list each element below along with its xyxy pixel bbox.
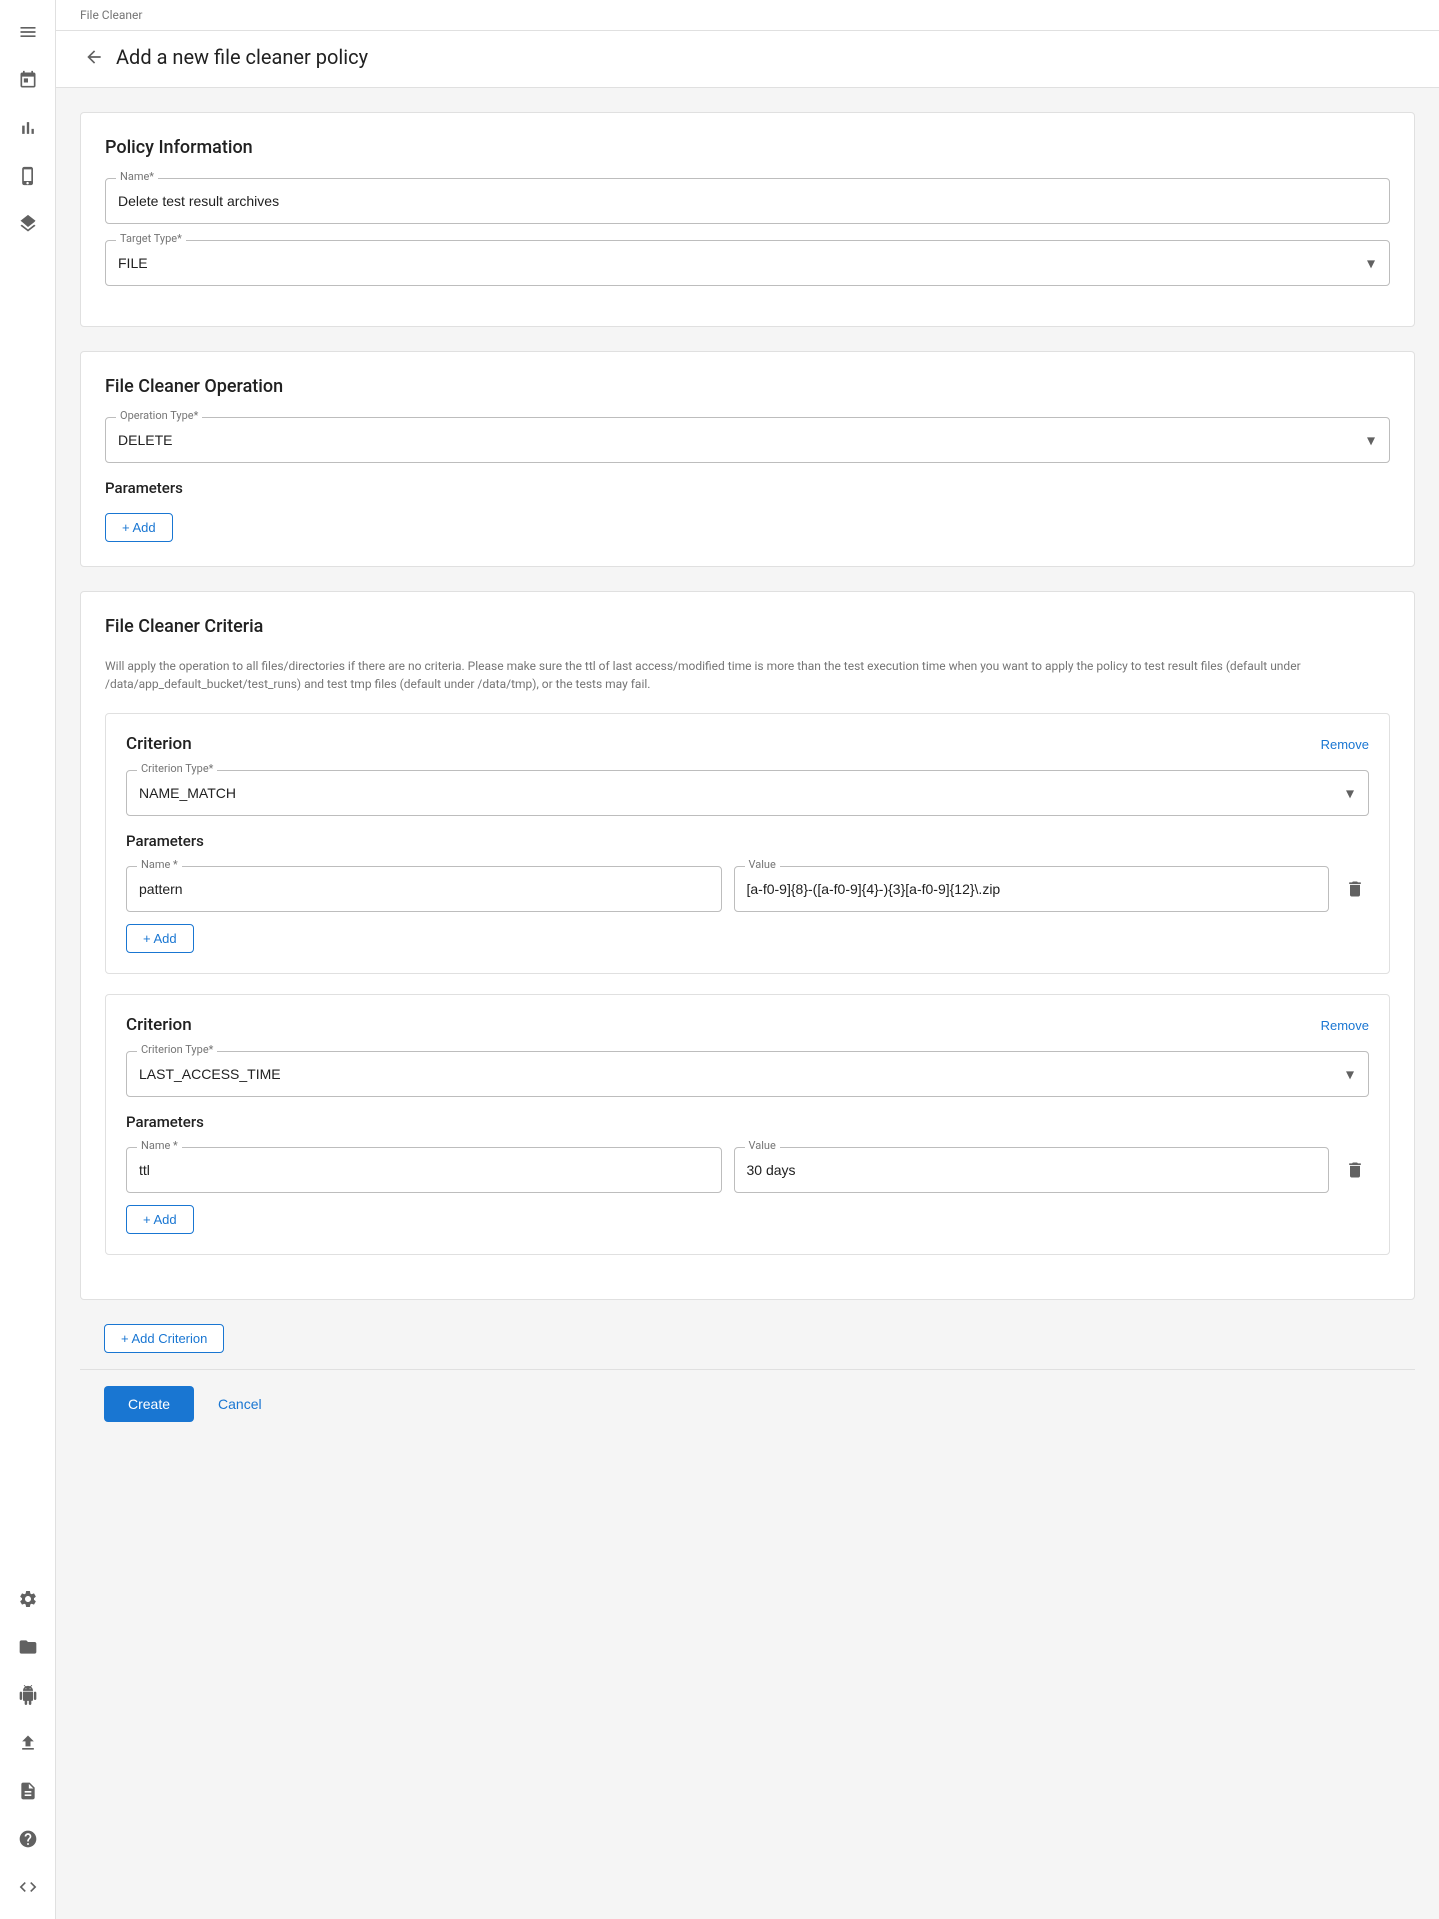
criterion-2-param-name-field: Name * bbox=[126, 1147, 722, 1193]
add-criterion-area: + Add Criterion bbox=[80, 1324, 1415, 1369]
sidebar-icon-settings[interactable] bbox=[8, 1579, 48, 1619]
cancel-button[interactable]: Cancel bbox=[210, 1386, 270, 1422]
sidebar-icon-folder[interactable] bbox=[8, 1627, 48, 1667]
sidebar-icon-document[interactable] bbox=[8, 1771, 48, 1811]
policy-information-title: Policy Information bbox=[105, 137, 1390, 158]
criterion-1-param-name-label: Name * bbox=[137, 859, 182, 870]
operation-type-field: Operation Type* DELETE ARCHIVE bbox=[105, 417, 1390, 463]
criterion-1-param-delete-button[interactable] bbox=[1341, 875, 1369, 903]
criterion-2-type-select-wrapper: NAME_MATCH LAST_ACCESS_TIME LAST_MODIFIE… bbox=[127, 1052, 1368, 1096]
criterion-1-param-row-1: Name * Value bbox=[126, 866, 1369, 912]
criterion-2-type-select[interactable]: NAME_MATCH LAST_ACCESS_TIME LAST_MODIFIE… bbox=[127, 1052, 1368, 1096]
criterion-2-param-value-input[interactable] bbox=[735, 1148, 1329, 1192]
criterion-1-type-select-wrapper: NAME_MATCH LAST_ACCESS_TIME LAST_MODIFIE… bbox=[127, 771, 1368, 815]
criterion-1-remove-button[interactable]: Remove bbox=[1321, 737, 1369, 752]
sidebar-icon-chart[interactable] bbox=[8, 108, 48, 148]
criterion-1-header: Criterion Remove bbox=[126, 734, 1369, 754]
file-cleaner-criteria-section: File Cleaner Criteria Will apply the ope… bbox=[80, 591, 1415, 1300]
sidebar-icon-phone[interactable] bbox=[8, 156, 48, 196]
sidebar-icon-calendar[interactable] bbox=[8, 60, 48, 100]
criterion-2-title: Criterion bbox=[126, 1015, 192, 1035]
sidebar-icon-android[interactable] bbox=[8, 1675, 48, 1715]
sidebar-icon-code[interactable] bbox=[8, 1867, 48, 1907]
breadcrumb: File Cleaner bbox=[56, 0, 1439, 31]
name-field: Name* bbox=[105, 178, 1390, 224]
operation-add-parameter-button[interactable]: + Add bbox=[105, 513, 173, 542]
criterion-1-type-select[interactable]: NAME_MATCH LAST_ACCESS_TIME LAST_MODIFIE… bbox=[127, 771, 1368, 815]
criterion-2-param-value-field: Value bbox=[734, 1147, 1330, 1193]
operation-section-title: File Cleaner Operation bbox=[105, 376, 1390, 397]
operation-type-select[interactable]: DELETE ARCHIVE bbox=[106, 418, 1389, 462]
operation-type-select-wrapper: DELETE ARCHIVE bbox=[106, 418, 1389, 462]
criterion-2-param-name-input[interactable] bbox=[127, 1148, 721, 1192]
criterion-1-title: Criterion bbox=[126, 734, 192, 754]
criterion-2-param-delete-button[interactable] bbox=[1341, 1156, 1369, 1184]
sidebar bbox=[0, 0, 56, 1919]
name-label: Name* bbox=[116, 171, 158, 182]
criterion-1-add-param-button[interactable]: + Add bbox=[126, 924, 194, 953]
criteria-section-title: File Cleaner Criteria bbox=[105, 616, 1390, 637]
sidebar-icon-list[interactable] bbox=[8, 12, 48, 52]
criterion-1-type-field: Criterion Type* NAME_MATCH LAST_ACCESS_T… bbox=[126, 770, 1369, 816]
sidebar-icon-help[interactable] bbox=[8, 1819, 48, 1859]
criterion-2-param-name-label: Name * bbox=[137, 1140, 182, 1151]
criterion-1-param-value-field: Value bbox=[734, 866, 1330, 912]
criterion-1-param-name-field: Name * bbox=[126, 866, 722, 912]
policy-information-section: Policy Information Name* Target Type* FI… bbox=[80, 112, 1415, 327]
criterion-1-param-name-input[interactable] bbox=[127, 867, 721, 911]
criteria-description: Will apply the operation to all files/di… bbox=[105, 657, 1390, 693]
sidebar-icon-upload[interactable] bbox=[8, 1723, 48, 1763]
bottom-actions: Create Cancel bbox=[80, 1370, 1415, 1438]
main-content: File Cleaner Add a new file cleaner poli… bbox=[56, 0, 1439, 1919]
criterion-1-param-value-label: Value bbox=[745, 859, 780, 870]
operation-parameters-title: Parameters bbox=[105, 479, 1390, 497]
back-button[interactable] bbox=[80, 43, 108, 71]
page-header: Add a new file cleaner policy bbox=[56, 31, 1439, 88]
name-input[interactable] bbox=[106, 179, 1389, 223]
criterion-1-param-value-input[interactable] bbox=[735, 867, 1329, 911]
criterion-1-parameters-title: Parameters bbox=[126, 832, 1369, 850]
criterion-2-param-value-label: Value bbox=[745, 1140, 780, 1151]
criterion-2-type-field: Criterion Type* NAME_MATCH LAST_ACCESS_T… bbox=[126, 1051, 1369, 1097]
page-title: Add a new file cleaner policy bbox=[116, 45, 368, 69]
content-area: Policy Information Name* Target Type* FI… bbox=[56, 88, 1439, 1462]
target-type-select-wrapper: FILE DIRECTORY bbox=[106, 241, 1389, 285]
file-cleaner-operation-section: File Cleaner Operation Operation Type* D… bbox=[80, 351, 1415, 567]
criterion-2-param-row-1: Name * Value bbox=[126, 1147, 1369, 1193]
criterion-2-header: Criterion Remove bbox=[126, 1015, 1369, 1035]
create-button[interactable]: Create bbox=[104, 1386, 194, 1422]
criterion-2-parameters-title: Parameters bbox=[126, 1113, 1369, 1131]
add-criterion-button[interactable]: + Add Criterion bbox=[104, 1324, 224, 1353]
target-type-select[interactable]: FILE DIRECTORY bbox=[106, 241, 1389, 285]
criterion-card-2: Criterion Remove Criterion Type* NAME_MA… bbox=[105, 994, 1390, 1255]
criterion-card-1: Criterion Remove Criterion Type* NAME_MA… bbox=[105, 713, 1390, 974]
criterion-2-add-param-button[interactable]: + Add bbox=[126, 1205, 194, 1234]
sidebar-icon-layers[interactable] bbox=[8, 204, 48, 244]
criterion-2-remove-button[interactable]: Remove bbox=[1321, 1018, 1369, 1033]
target-type-field: Target Type* FILE DIRECTORY bbox=[105, 240, 1390, 286]
